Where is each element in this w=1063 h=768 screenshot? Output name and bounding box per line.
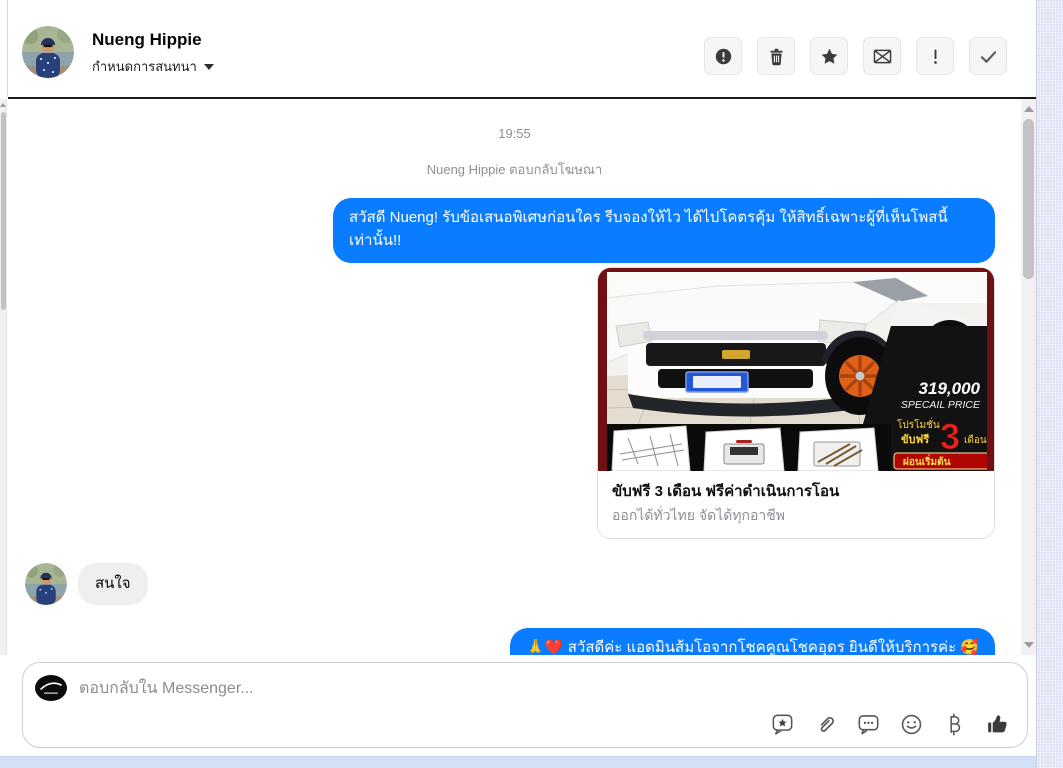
ad-card-subtitle: ออกได้ทั่วไทย จัดได้ทุกอาชีพ [612, 506, 786, 523]
messenger-inbox-window: Nueng Hippie กำหนดการสนทนา 19:55 Nueng H… [0, 0, 1036, 756]
header-divider [7, 0, 8, 97]
avatar[interactable] [25, 563, 67, 605]
scroll-up-arrow[interactable] [1021, 106, 1036, 112]
scroll-down-arrow[interactable] [1021, 642, 1036, 648]
page-logo [35, 675, 67, 701]
conversation-header: Nueng Hippie กำหนดการสนทนา [0, 0, 1036, 99]
important-button[interactable] [916, 37, 954, 75]
reply-input[interactable] [79, 677, 639, 701]
ad-card-title: ขับฟรี 3 เดือน ฟรีค่าดำเนินการโอน [612, 483, 840, 500]
composer-action-bar [769, 711, 1011, 738]
user-avatar-image [25, 563, 67, 605]
done-icon [980, 50, 996, 63]
ad-promo-label2: ขับฟรี [901, 433, 929, 446]
schedule-conversation-label: กำหนดการสนทนา [92, 59, 197, 74]
screenshot-root: Nueng Hippie กำหนดการสนทนา 19:55 Nueng H… [0, 0, 1063, 768]
outgoing-message-bubble[interactable]: สวัสดี Nueng! รับข้อเสนอพิเศษก่อนใคร รีบ… [333, 198, 995, 263]
payment-baht-icon [950, 713, 961, 736]
car-ad-image: 319,000 SPECAIL PRICE โปรโมชั่น ขับฟรี 3… [598, 268, 994, 471]
star-button[interactable] [810, 37, 848, 75]
saved-replies-icon [858, 715, 879, 735]
ad-reply-context: Nueng Hippie ตอบกลับโฆษณา [426, 162, 603, 177]
header-action-bar [704, 37, 1007, 75]
mark-done-button[interactable] [969, 37, 1007, 75]
chevron-down-icon [203, 63, 214, 70]
message-thread[interactable]: 19:55 Nueng Hippie ตอบกลับโฆษณา สวัสดี N… [8, 99, 1021, 655]
outgoing-admin-bubble[interactable]: 🙏❤️ สวัสดีค่ะ แอดมินส้มโอจากโชคคูณโชคอุด… [510, 628, 995, 655]
emoji-icon [901, 714, 922, 735]
scroll-up-arrow[interactable] [0, 103, 6, 107]
ad-price: 319,000 [919, 379, 981, 398]
avatar[interactable] [22, 26, 74, 78]
sticker-button[interactable] [769, 711, 796, 738]
incoming-message-row: สนใจ [25, 563, 148, 605]
like-icon [988, 715, 1007, 733]
important-icon [933, 49, 937, 64]
mark-unread-icon [873, 49, 891, 63]
window-scroll-gutter[interactable] [1036, 0, 1063, 768]
scrollbar-thumb[interactable] [1, 112, 6, 310]
timestamp: 19:55 [498, 126, 531, 141]
mark-unread-button[interactable] [863, 37, 901, 75]
like-button[interactable] [984, 711, 1011, 738]
emoji-button[interactable] [898, 711, 925, 738]
ad-ribbon: ผ่อนเริ่มต้น [903, 454, 951, 468]
incoming-message-bubble[interactable]: สนใจ [78, 563, 148, 605]
bottom-edge-strip [0, 756, 1036, 768]
ad-promo-number: 3 [940, 416, 960, 457]
scrollbar-thumb[interactable] [1023, 119, 1034, 279]
ad-card[interactable]: 319,000 SPECAIL PRICE โปรโมชั่น ขับฟรี 3… [597, 267, 995, 540]
delete-icon [769, 48, 783, 65]
report-button[interactable] [704, 37, 742, 75]
schedule-conversation-menu[interactable]: กำหนดการสนทนา [92, 56, 214, 77]
ad-card-caption: ขับฟรี 3 เดือน ฟรีค่าดำเนินการโอน ออกได้… [598, 471, 994, 538]
saved-replies-button[interactable] [855, 711, 882, 738]
user-avatar-image [22, 26, 74, 78]
star-icon [821, 48, 837, 64]
ad-promo-unit: เดือน [964, 434, 987, 446]
attach-button[interactable] [812, 711, 839, 738]
ad-promo-label: โปรโมชั่น [897, 417, 940, 431]
attach-icon [820, 717, 834, 732]
payment-button[interactable] [941, 711, 968, 738]
reply-box[interactable] [22, 662, 1028, 748]
conversation-title: Nueng Hippie [92, 30, 202, 49]
delete-button[interactable] [757, 37, 795, 75]
ad-price-label: SPECAIL PRICE [901, 399, 981, 411]
sticker-icon [772, 714, 793, 735]
report-icon [715, 48, 731, 64]
composer-area [0, 655, 1036, 756]
chat-scrollbar[interactable] [1021, 99, 1036, 655]
